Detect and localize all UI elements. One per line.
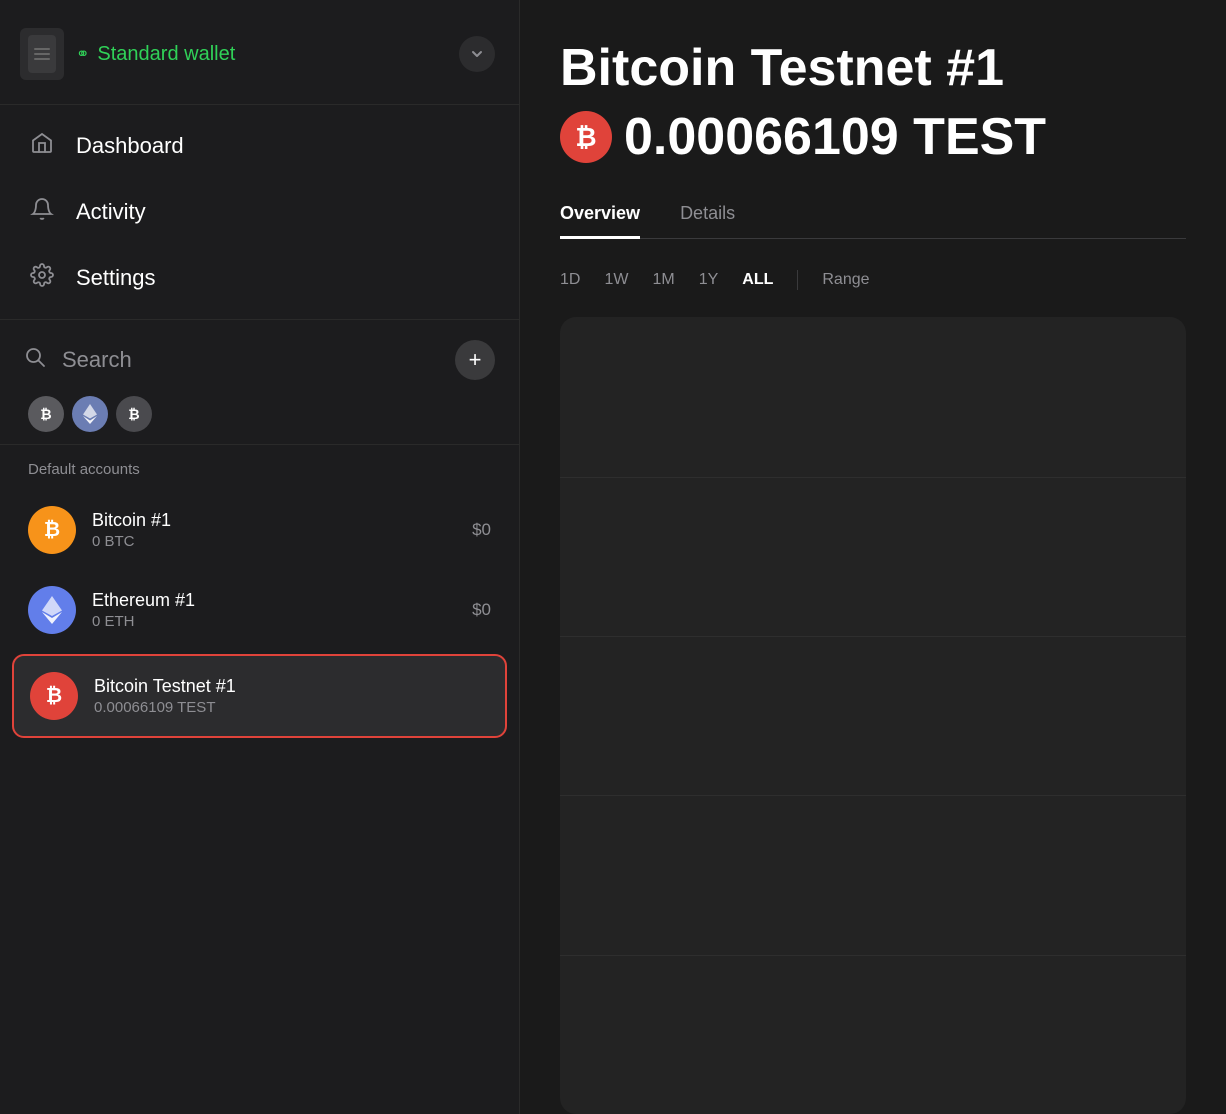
time-1y-button[interactable]: 1Y: [699, 267, 719, 293]
btc-filter-icon[interactable]: ₿: [28, 396, 64, 432]
bitcoin-avatar: ₿: [28, 506, 76, 554]
account-item-ethereum-1[interactable]: Ethereum #1 0 ETH $0: [0, 570, 519, 650]
ethereum-name: Ethereum #1: [92, 590, 456, 611]
search-section: Search + ₿ ₿: [0, 320, 519, 445]
bitcoin-testnet-crypto-balance: 0.00066109 TEST: [94, 699, 489, 716]
btc-testnet-filter-icon[interactable]: ₿: [116, 396, 152, 432]
bitcoin-testnet-info: Bitcoin Testnet #1 0.00066109 TEST: [94, 676, 489, 716]
chart-area: [560, 317, 1186, 1114]
asset-header: Bitcoin Testnet #1 ₿ 0.00066109 TEST: [560, 40, 1186, 167]
wallet-info: ⚭ Standard wallet: [76, 43, 447, 66]
bell-icon: [28, 197, 56, 227]
grid-line-4: [560, 955, 1186, 956]
tabs-row: Overview Details: [560, 191, 1186, 239]
accounts-section: Default accounts ₿ Bitcoin #1 0 BTC $0 E…: [0, 445, 519, 1114]
time-range-button[interactable]: Range: [822, 267, 869, 293]
link-icon: ⚭: [76, 44, 89, 64]
main-content: Bitcoin Testnet #1 ₿ 0.00066109 TEST Ove…: [520, 0, 1226, 1114]
sidebar-item-activity[interactable]: Activity: [0, 179, 519, 245]
account-item-bitcoin-testnet-1[interactable]: ₿ Bitcoin Testnet #1 0.00066109 TEST: [12, 654, 507, 738]
chart-gridlines: [560, 317, 1186, 1114]
asset-balance-row: ₿ 0.00066109 TEST: [560, 107, 1186, 167]
sidebar-item-settings[interactable]: Settings: [0, 245, 519, 311]
asset-balance-amount: 0.00066109 TEST: [624, 107, 1046, 167]
ethereum-crypto-balance: 0 ETH: [92, 613, 456, 630]
add-account-button[interactable]: +: [455, 340, 495, 380]
gear-icon: [28, 263, 56, 293]
plus-icon: +: [469, 347, 482, 373]
bitcoin-crypto-balance: 0 BTC: [92, 533, 456, 550]
coin-filter-icons: ₿ ₿: [24, 396, 495, 432]
asset-title: Bitcoin Testnet #1: [560, 40, 1186, 97]
ethereum-usd-balance: $0: [472, 600, 491, 620]
bitcoin-info: Bitcoin #1 0 BTC: [92, 510, 456, 550]
settings-label: Settings: [76, 265, 156, 291]
account-item-bitcoin-1[interactable]: ₿ Bitcoin #1 0 BTC $0: [0, 490, 519, 570]
search-label[interactable]: Search: [62, 347, 132, 373]
activity-label: Activity: [76, 199, 146, 225]
accounts-section-label: Default accounts: [0, 461, 519, 490]
sidebar: ⚭ Standard wallet Dashboard: [0, 0, 520, 1114]
search-row: Search +: [24, 340, 495, 380]
tab-overview[interactable]: Overview: [560, 191, 640, 239]
sidebar-item-dashboard[interactable]: Dashboard: [0, 113, 519, 179]
wallet-dropdown-button[interactable]: [459, 36, 495, 72]
bitcoin-testnet-avatar: ₿: [30, 672, 78, 720]
search-left: Search: [24, 346, 132, 374]
grid-line-2: [560, 636, 1186, 637]
bitcoin-usd-balance: $0: [472, 520, 491, 540]
ethereum-avatar: [28, 586, 76, 634]
time-range-divider: [797, 270, 798, 290]
ethereum-info: Ethereum #1 0 ETH: [92, 590, 456, 630]
wallet-name: Standard wallet: [97, 43, 235, 66]
grid-line-1: [560, 477, 1186, 478]
home-icon: [28, 131, 56, 161]
btc-large-icon: ₿: [560, 111, 612, 163]
sidebar-header: ⚭ Standard wallet: [0, 0, 519, 105]
tab-details[interactable]: Details: [680, 191, 735, 239]
grid-line-3: [560, 795, 1186, 796]
dashboard-label: Dashboard: [76, 133, 184, 159]
time-all-button[interactable]: ALL: [742, 267, 773, 293]
search-icon: [24, 346, 46, 374]
bitcoin-name: Bitcoin #1: [92, 510, 456, 531]
eth-filter-icon[interactable]: [72, 396, 108, 432]
time-range-row: 1D 1W 1M 1Y ALL Range: [560, 267, 1186, 293]
hardware-wallet-icon: [20, 28, 64, 80]
nav-section: Dashboard Activity Settings: [0, 105, 519, 320]
time-1m-button[interactable]: 1M: [652, 267, 674, 293]
time-1w-button[interactable]: 1W: [604, 267, 628, 293]
wallet-name-row: ⚭ Standard wallet: [76, 43, 447, 66]
time-1d-button[interactable]: 1D: [560, 267, 580, 293]
bitcoin-testnet-name: Bitcoin Testnet #1: [94, 676, 489, 697]
